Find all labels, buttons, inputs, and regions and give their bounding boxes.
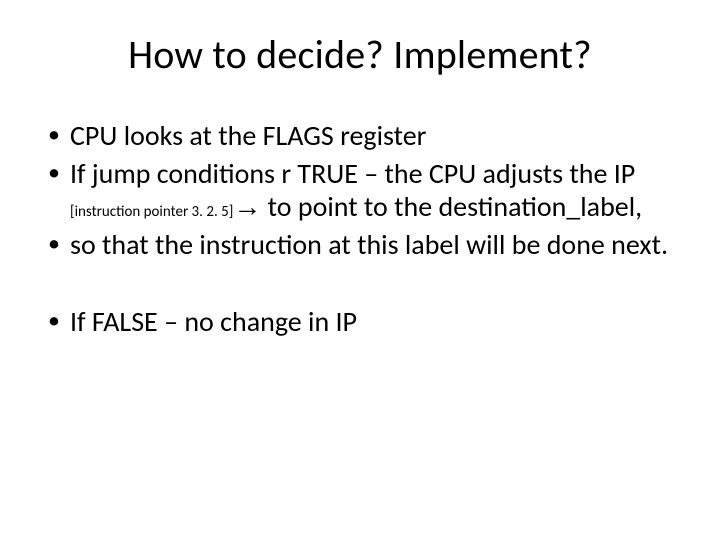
spacer (40, 265, 680, 305)
list-item: CPU looks at the FLAGS register (46, 119, 680, 153)
bullet-note: [instruction pointer 3. 2. 5] (70, 203, 233, 221)
slide-title: How to decide? Implement? (40, 30, 680, 79)
bullet-text-pre: If jump conditions r TRUE – the CPU adju… (70, 156, 635, 191)
list-item: If jump conditions r TRUE – the CPU adju… (46, 157, 680, 224)
arrow-right-icon: → (233, 191, 261, 222)
bullet-list-2: If FALSE – no change in IP (46, 305, 680, 339)
list-item: so that the instruction at this label wi… (46, 228, 680, 262)
bullet-text: so that the instruction at this label wi… (70, 227, 668, 262)
slide: How to decide? Implement? CPU looks at t… (0, 0, 720, 540)
bullet-text: CPU looks at the FLAGS register (70, 118, 426, 153)
bullet-list: CPU looks at the FLAGS register If jump … (46, 119, 680, 261)
bullet-text: If FALSE – no change in IP (70, 304, 357, 339)
list-item: If FALSE – no change in IP (46, 305, 680, 339)
bullet-text-post: to point to the destination_label, (261, 189, 642, 224)
